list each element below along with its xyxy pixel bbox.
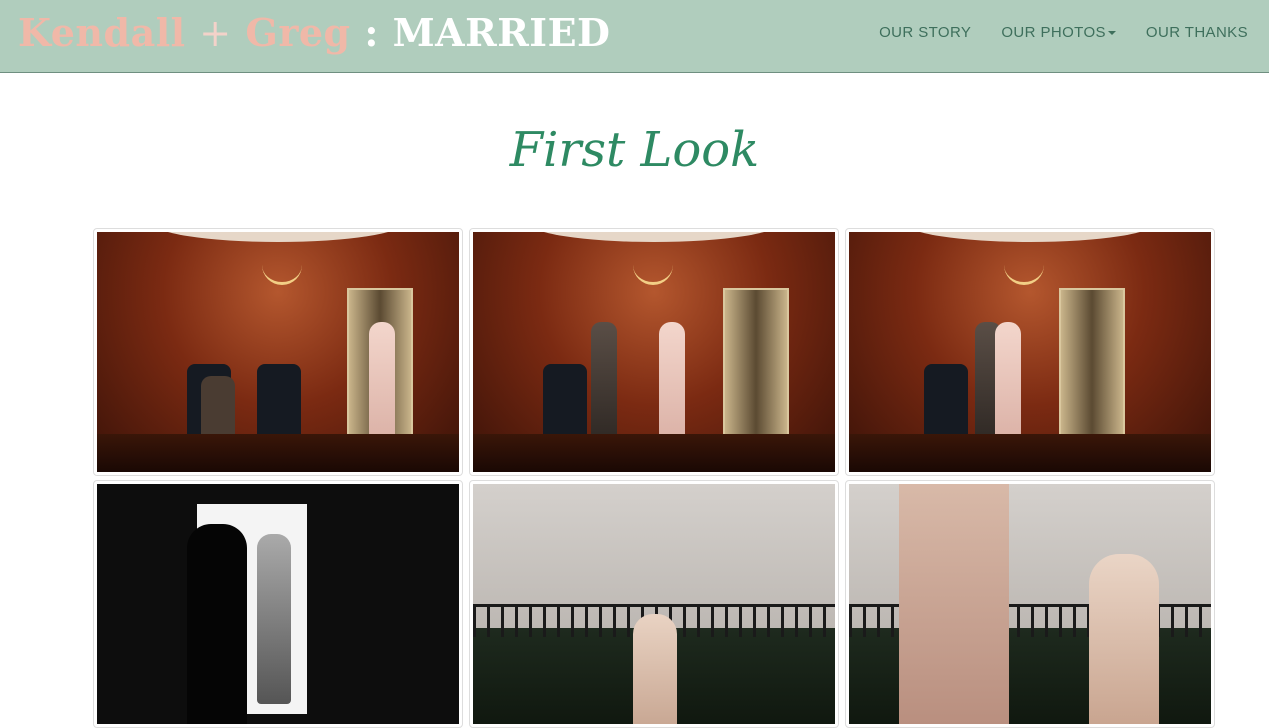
lobby-kiss-photo — [849, 232, 1211, 472]
main-nav: OUR STORY OUR PHOTOS OUR THANKS — [879, 24, 1248, 41]
brand-name-kendall: Kendall — [18, 10, 186, 55]
caret-down-icon — [1107, 31, 1116, 36]
gallery-thumbnail[interactable] — [93, 228, 463, 476]
doorway-silhouette-photo — [97, 484, 459, 724]
lobby-waiting-photo — [97, 232, 459, 472]
site-brand[interactable]: Kendall + Greg : MARRIED — [18, 10, 611, 55]
gallery-thumbnail[interactable] — [469, 480, 839, 728]
nav-our-photos[interactable]: OUR PHOTOS — [1001, 24, 1116, 41]
brand-married: : MARRIED — [350, 10, 611, 55]
brand-name-greg: Greg — [245, 10, 351, 55]
gallery-thumbnail[interactable] — [469, 228, 839, 476]
gallery-thumbnail[interactable] — [845, 480, 1215, 728]
flower-girl-photo — [473, 484, 835, 724]
nav-our-thanks[interactable]: OUR THANKS — [1146, 24, 1248, 41]
brand-plus: + — [199, 11, 232, 55]
lobby-first-look-photo — [473, 232, 835, 472]
gallery-thumbnail[interactable] — [93, 480, 463, 728]
nav-our-story[interactable]: OUR STORY — [879, 24, 971, 41]
gallery-thumbnail[interactable] — [845, 228, 1215, 476]
navbar: Kendall + Greg : MARRIED OUR STORY OUR P… — [0, 0, 1269, 73]
page-title: First Look — [509, 122, 760, 178]
photo-gallery — [93, 228, 1215, 728]
nav-our-photos-label: OUR PHOTOS — [1001, 24, 1106, 41]
bride-and-flower-girl-photo — [849, 484, 1211, 724]
